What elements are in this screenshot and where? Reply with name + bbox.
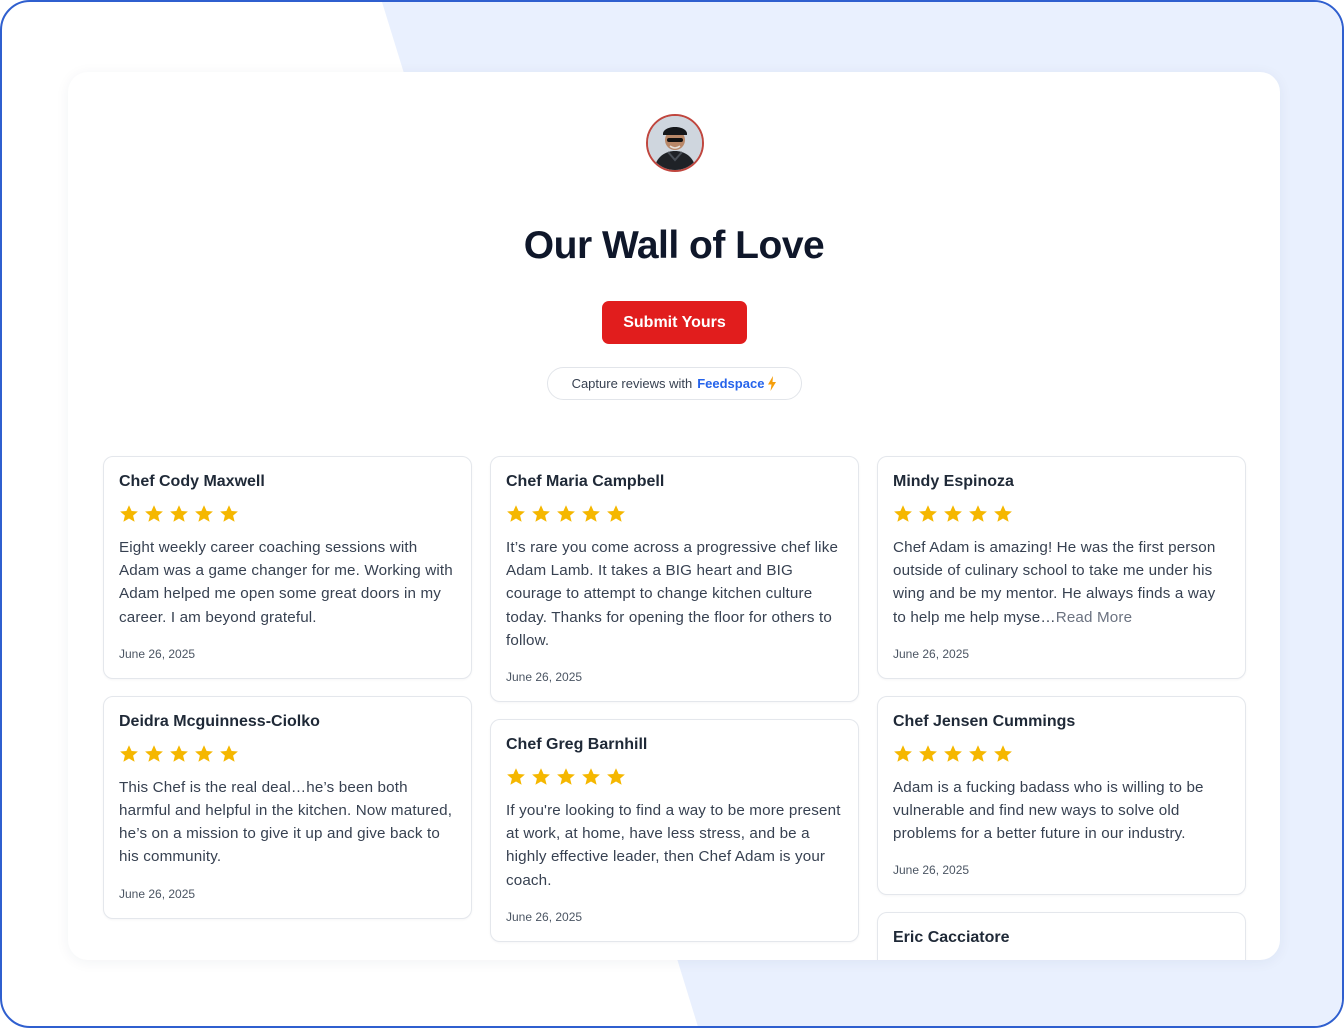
reviewer-name: Mindy Espinoza [893,473,1014,490]
star-icon [607,505,625,522]
star-icon [220,505,238,522]
star-icon [894,745,912,762]
review-date: June 26, 2025 [506,670,583,685]
review-date: June 26, 2025 [119,886,196,901]
reviews-column-3: Mindy Espinoza Chef Adam is amazing! He w… [877,456,1246,960]
star-icon [607,768,625,785]
star-rating [119,744,456,764]
review-text: This Chef is the real deal…he’s been bot… [119,776,456,869]
star-icon [532,505,550,522]
star-icon [944,505,962,522]
star-icon [120,745,138,762]
star-icon [120,505,138,522]
review-body: Eight weekly career coaching sessions wi… [119,539,453,626]
star-icon [582,505,600,522]
star-icon [582,768,600,785]
star-rating [893,744,1230,764]
review-body: If you're looking to find a way to be mo… [506,802,841,889]
review-card: Eric Cacciatore [877,912,1246,960]
feedspace-brand: Feedspace [697,376,765,391]
star-icon [944,745,962,762]
star-icon [145,745,163,762]
review-card: Chef Greg Barnhill If you're looking to f… [490,719,859,942]
star-icon [919,745,937,762]
review-card: Chef Cody Maxwell Eight weekly career coa… [103,456,472,679]
review-body: It’s rare you come across a progressive … [506,539,839,649]
reviewer-name: Eric Cacciatore [893,929,1010,947]
star-icon [507,768,525,785]
read-more-link[interactable]: Read More [1056,609,1132,626]
review-date: June 26, 2025 [893,646,970,661]
star-rating [506,504,843,524]
review-text: Chef Adam is amazing! He was the first p… [893,536,1230,629]
review-date: June 26, 2025 [506,909,583,924]
capture-reviews-link[interactable]: Capture reviews with Feedspace [547,367,802,400]
submit-review-button[interactable]: Submit Yours [602,301,747,344]
review-text: Adam is a fucking badass who is willing … [893,776,1230,846]
review-text: If you're looking to find a way to be mo… [506,799,843,892]
star-icon [994,505,1012,522]
reviewer-name: Chef Greg Barnhill [506,736,648,754]
star-icon [969,505,987,522]
star-icon [220,745,238,762]
star-icon [195,505,213,522]
review-card: Mindy Espinoza Chef Adam is amazing! He w… [877,456,1246,679]
wall-of-love-panel: Our Wall of Love Submit Yours Capture re… [68,72,1280,960]
page-title: Our Wall of Love [523,224,825,267]
review-card: Deidra Mcguinness-Ciolko This Chef is the… [103,695,472,919]
star-icon [919,505,937,522]
star-icon [994,745,1012,762]
star-icon [894,505,912,522]
star-rating [119,504,456,524]
star-icon [145,505,163,522]
reviewer-name: Deidra Mcguinness-Ciolko [119,712,320,730]
review-body: This Chef is the real deal…he’s been bot… [119,778,453,866]
lightning-bolt-icon [768,376,777,391]
star-icon [532,768,550,785]
star-icon [507,505,525,522]
star-icon [170,505,188,522]
reviewer-name: Chef Jensen Cummings [893,712,1076,730]
review-text: Eight weekly career coaching sessions wi… [119,536,456,629]
review-date: June 26, 2025 [893,863,970,878]
chef-avatar-icon [646,114,704,172]
review-card: Chef Jensen Cummings Adam is a fucking ba… [877,695,1246,896]
review-ellipsis: … [1040,608,1056,626]
review-text: It’s rare you come across a progressive … [506,536,843,652]
star-icon [195,745,213,762]
star-icon [170,745,188,762]
star-rating [893,504,1230,524]
review-date: June 26, 2025 [119,646,196,661]
star-icon [969,745,987,762]
star-rating [506,767,843,787]
browser-frame: Our Wall of Love Submit Yours Capture re… [0,0,1344,1028]
reviews-column-2: Chef Maria Campbell It’s rare you come ac… [490,456,859,959]
star-icon [557,768,575,785]
capture-label: Capture reviews with [571,376,693,391]
review-body: Adam is a fucking badass who is willing … [893,778,1204,843]
reviews-column-1: Chef Cody Maxwell Eight weekly career coa… [103,456,472,936]
reviewer-name: Chef Maria Campbell [506,473,665,490]
reviewer-name: Chef Cody Maxwell [119,473,265,490]
star-icon [557,505,575,522]
review-card: Chef Maria Campbell It’s rare you come ac… [490,456,859,703]
